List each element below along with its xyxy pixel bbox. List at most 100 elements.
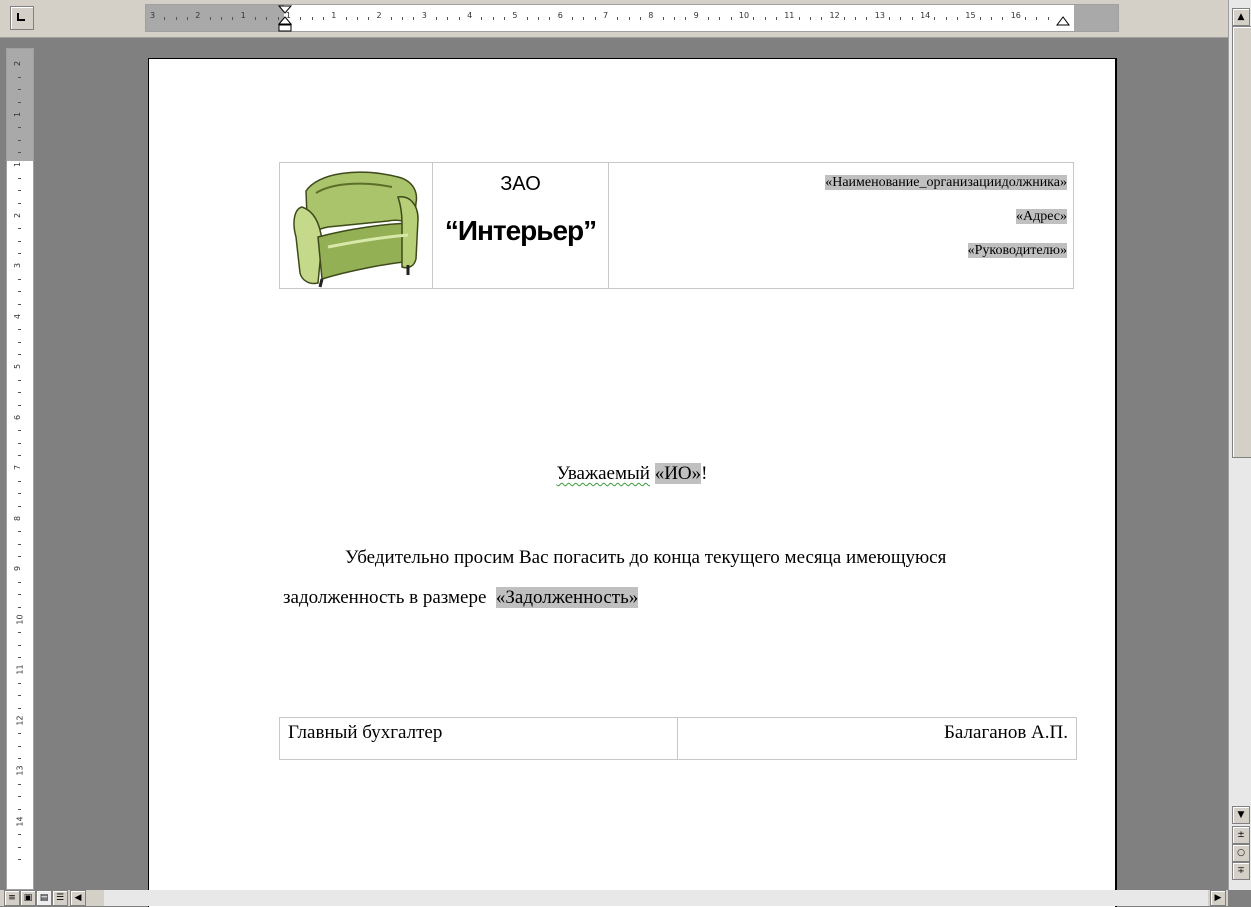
company-name-cell: ЗАО “Интерьер”: [433, 163, 609, 288]
ruler-tick: [798, 17, 800, 20]
vertical-ruler-number: 7: [13, 464, 23, 471]
horizontal-ruler[interactable]: 3 2 1 1 1 2 3 4 5 6 7 8 9 10 11 12 13 14 15 16: [145, 4, 1119, 32]
scroll-left-button[interactable]: ◀: [70, 890, 86, 906]
vertical-ruler-tick: [18, 695, 21, 697]
ruler-number: 14: [920, 11, 931, 20]
ruler-tick: [254, 17, 256, 20]
company-type: ЗАО: [500, 173, 541, 195]
ruler-tick: [628, 17, 630, 20]
document-page[interactable]: ЗАО “Интерьер” «Наименование_организации…: [148, 58, 1117, 907]
previous-page-button[interactable]: ±: [1232, 826, 1250, 844]
ruler-tick: [572, 17, 574, 20]
web-layout-view-icon[interactable]: ▣: [20, 890, 36, 906]
vertical-ruler-tick: [18, 632, 21, 634]
body-line-2-text: задолженность в размере: [283, 587, 492, 608]
vertical-ruler-tick: [18, 783, 21, 785]
select-browse-object-button[interactable]: ○: [1232, 844, 1250, 862]
greeting-line: Уважаемый «ИО»!: [149, 463, 1115, 485]
scroll-thumb[interactable]: [1232, 26, 1251, 458]
scroll-down-button[interactable]: ▼: [1232, 806, 1250, 824]
ruler-tick: [945, 17, 947, 20]
ruler-tick: [707, 17, 709, 20]
vertical-ruler-tick: [18, 379, 21, 381]
ruler-tick: [764, 17, 766, 20]
print-layout-view-icon[interactable]: ▤: [36, 890, 52, 906]
vertical-ruler-tick: [18, 202, 21, 204]
ruler-tick: [458, 17, 460, 20]
vertical-ruler-tick: [18, 430, 21, 432]
merge-field-address-text: «Адрес»: [1015, 209, 1067, 224]
vertical-ruler-tick: [18, 76, 21, 78]
right-indent-marker-icon[interactable]: [1056, 15, 1070, 31]
ruler-tick: [685, 17, 687, 20]
merge-field-address[interactable]: «Адрес»: [1015, 209, 1067, 225]
ruler-tick: [719, 17, 721, 20]
indent-marker-icon[interactable]: [278, 5, 292, 33]
ruler-tick: [979, 17, 981, 20]
ruler-tick: [447, 17, 449, 20]
vertical-ruler-number: 13: [15, 765, 25, 776]
merge-field-manager[interactable]: «Руководителю»: [967, 243, 1067, 259]
horizontal-ruler-bar: 3 2 1 1 1 2 3 4 5 6 7 8 9 10 11 12 13 14 15 16: [0, 0, 1228, 38]
ruler-tick: [730, 17, 732, 20]
vertical-ruler-tick: [18, 846, 21, 848]
vertical-ruler-tick: [18, 707, 21, 709]
ruler-tick: [232, 17, 234, 20]
merge-field-debt[interactable]: «Задолженность»: [495, 587, 639, 608]
ruler-tick: [866, 17, 868, 20]
ruler-number: 11: [784, 11, 795, 20]
ruler-number: 10: [738, 11, 750, 20]
vertical-ruler-tick: [18, 745, 21, 747]
left-tab-icon: [17, 13, 25, 21]
vertical-ruler-tick: [18, 581, 21, 583]
merge-field-organization-text: «Наименование_организациидолжника»: [825, 175, 1067, 190]
ruler-tick: [843, 17, 845, 20]
ruler-tick: [594, 17, 596, 20]
vertical-ruler-tick: [18, 606, 21, 608]
ruler-number: 2: [376, 11, 382, 20]
vertical-ruler-tick: [18, 89, 21, 91]
vertical-ruler[interactable]: 2 1 1 2 3 4 5 6 7 8 9 10 11 12 13 14: [6, 48, 34, 890]
tab-stop-selector[interactable]: [10, 6, 34, 30]
outline-view-icon[interactable]: ☰: [52, 890, 68, 906]
ruler-tick: [492, 17, 494, 20]
body-line-2: задолженность в размере «Задолженность»: [283, 587, 1075, 609]
ruler-tick: [436, 17, 438, 20]
normal-view-icon[interactable]: ≡: [4, 890, 20, 906]
vertical-ruler-tick: [18, 531, 21, 533]
ruler-tick: [164, 17, 166, 20]
greeting-prefix: Уважаемый: [556, 463, 650, 484]
ruler-tick: [617, 17, 619, 20]
vertical-ruler-tick: [18, 139, 21, 141]
vertical-ruler-number: 11: [15, 664, 25, 675]
ruler-number: 3: [150, 11, 156, 20]
merge-field-organization[interactable]: «Наименование_организациидолжника»: [825, 175, 1067, 191]
ruler-tick: [662, 17, 664, 20]
ruler-number: 16: [1010, 11, 1021, 20]
ruler-tick: [402, 17, 404, 20]
horizontal-scrollbar[interactable]: ≡ ▣ ▤ ☰ ◀ ▶: [0, 890, 1228, 906]
merge-field-io[interactable]: «ИО»: [654, 463, 702, 484]
vertical-ruler-tick: [18, 404, 21, 406]
ruler-tick: [322, 17, 324, 20]
ruler-tick: [356, 17, 358, 20]
vertical-ruler-tick: [18, 733, 21, 735]
next-page-button[interactable]: ∓: [1232, 862, 1250, 880]
ruler-tick: [855, 17, 857, 20]
scroll-up-button[interactable]: ▲: [1232, 8, 1250, 26]
vertical-scrollbar[interactable]: ▲ ▼ ± ○ ∓: [1228, 0, 1251, 890]
vertical-ruler-tick: [18, 101, 21, 103]
vertical-ruler-tick: [18, 303, 21, 305]
vertical-ruler-tick: [18, 594, 21, 596]
scroll-right-button[interactable]: ▶: [1210, 890, 1226, 906]
letter-body: Убедительно просим Вас погасить до конца…: [283, 547, 1075, 609]
armchair-icon: [293, 171, 419, 288]
vertical-ruler-tick: [18, 859, 21, 861]
ruler-tick: [1025, 17, 1027, 20]
ruler-number: 8: [648, 11, 654, 20]
vertical-ruler-tick: [18, 354, 21, 356]
horizontal-scroll-track[interactable]: [104, 890, 1208, 906]
ruler-number: 7: [603, 11, 609, 20]
ruler-number: 1: [240, 11, 246, 20]
ruler-tick: [900, 17, 902, 20]
